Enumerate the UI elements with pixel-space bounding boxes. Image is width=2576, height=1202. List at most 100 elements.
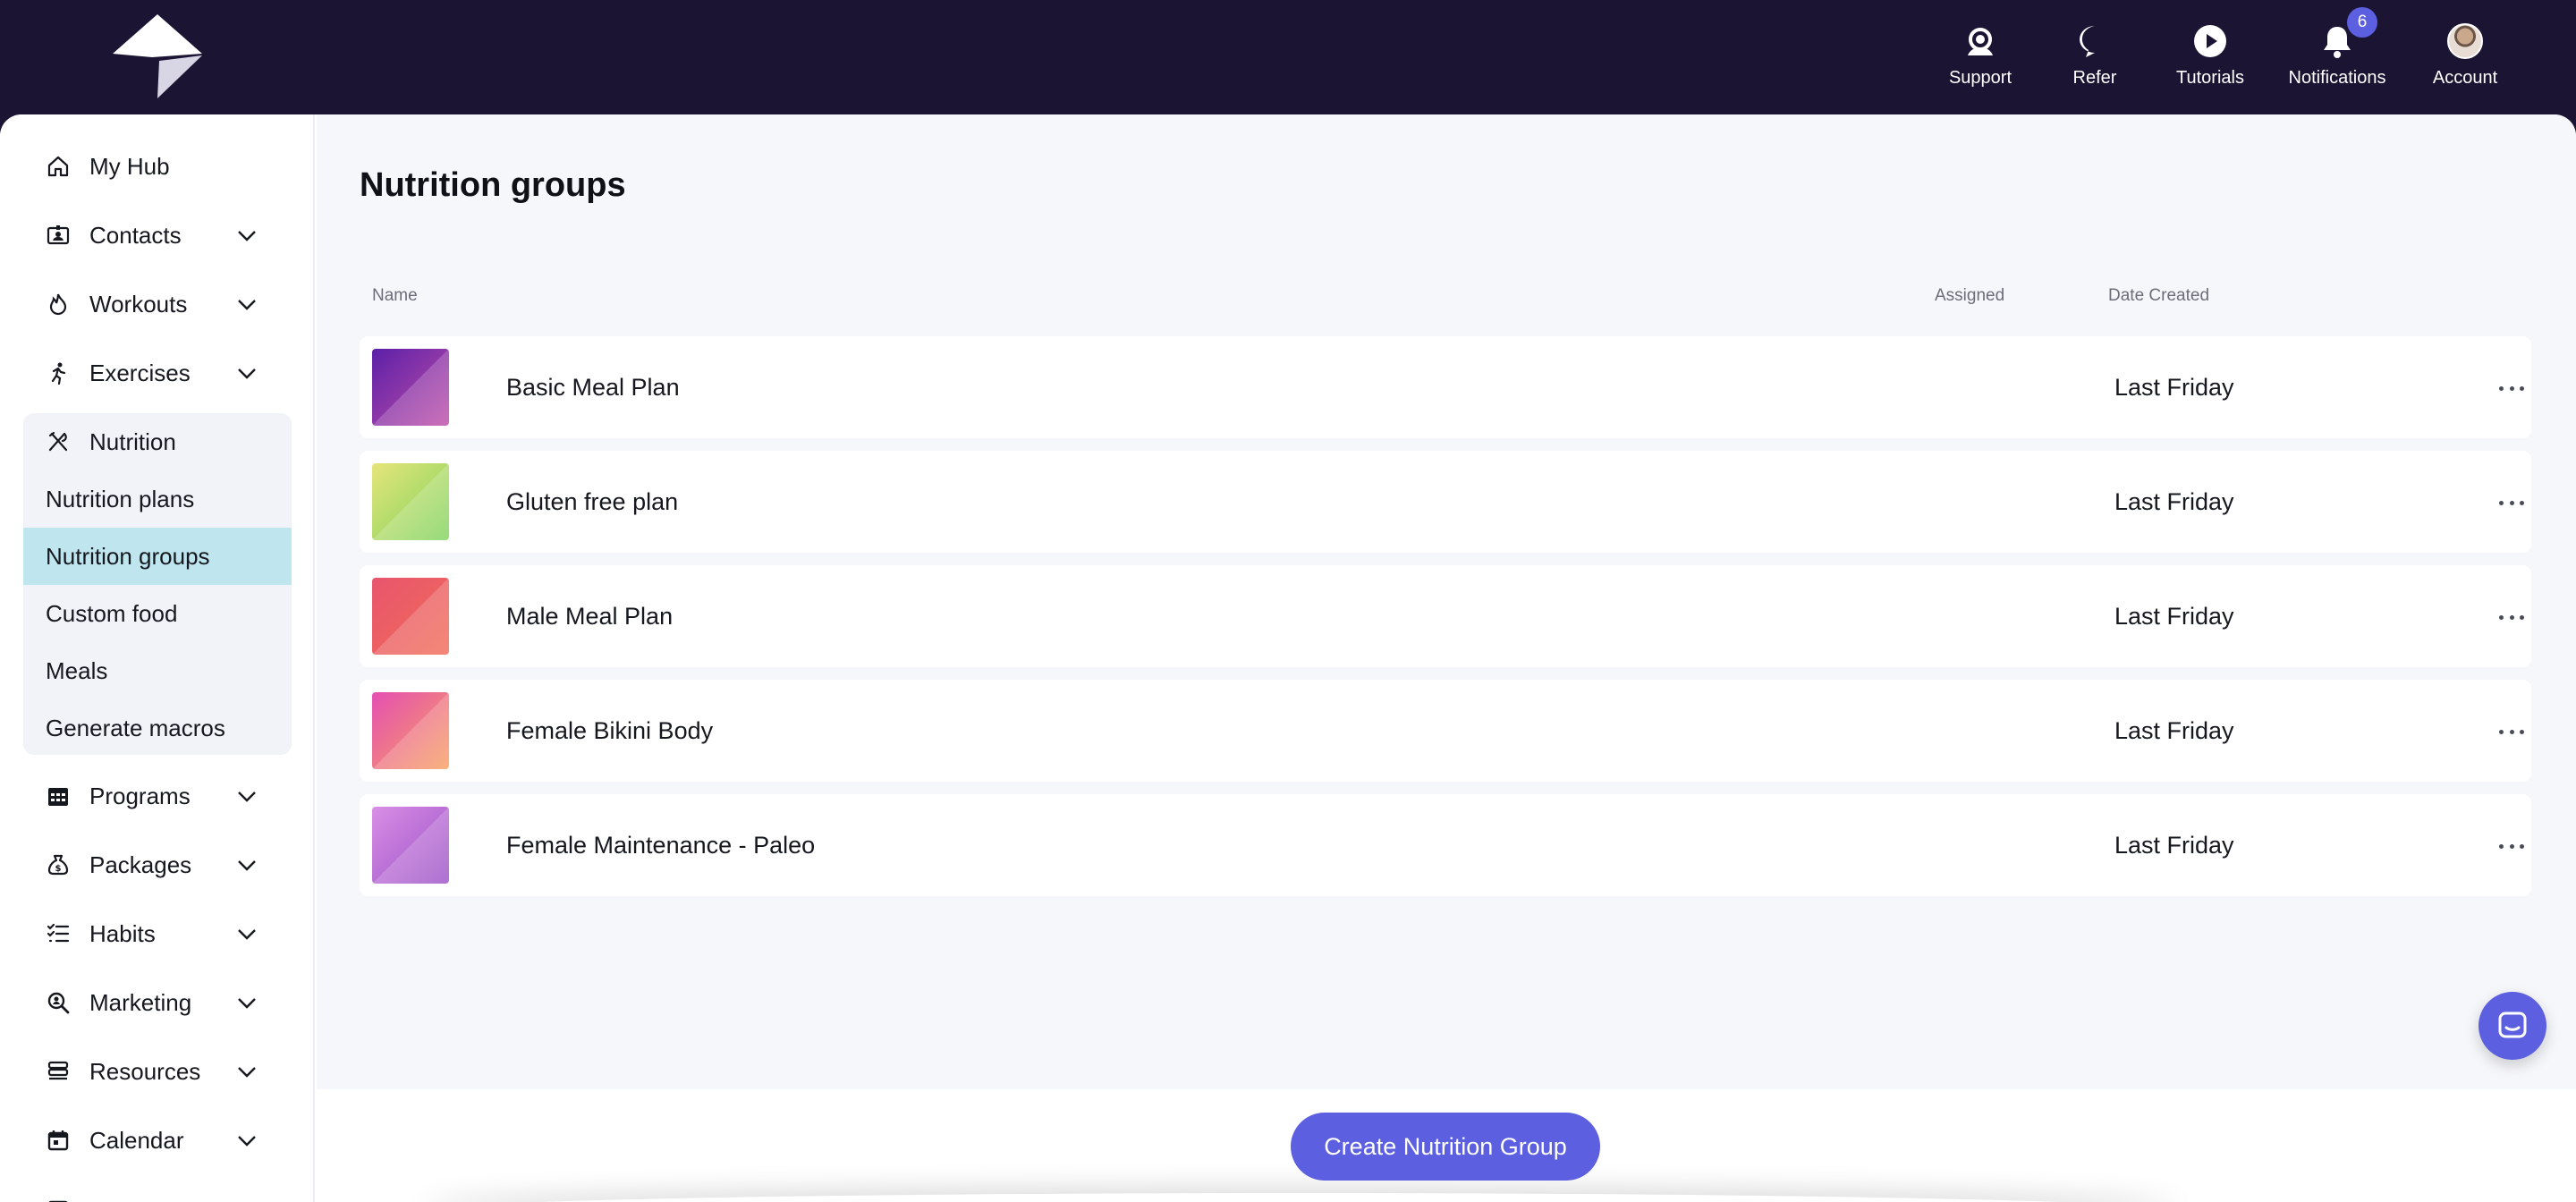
account-label: Account (2432, 68, 2498, 88)
svg-text:$: $ (55, 864, 62, 874)
sidebar-item-label: My Hub (89, 152, 170, 180)
chevron-down-icon[interactable] (236, 923, 258, 944)
chevron-down-icon[interactable] (236, 992, 258, 1013)
plan-thumbnail (372, 349, 449, 426)
sidebar-item-label: Programs (89, 782, 191, 809)
sidebar-sub-nutrition-plans[interactable]: Nutrition plans (23, 470, 292, 528)
column-header-name[interactable]: Name (372, 286, 418, 306)
row-date-created: Last Friday (2114, 717, 2234, 744)
support-link[interactable]: Support (1948, 21, 2012, 93)
row-date-created: Last Friday (2114, 832, 2234, 859)
more-dot (2499, 614, 2504, 620)
sidebar-item-label: Contacts (89, 221, 182, 249)
sidebar-item-label: Resources (89, 1057, 201, 1085)
column-header-assigned[interactable]: Assigned (1935, 286, 2004, 306)
thumbnail-fold (372, 807, 449, 884)
main-content: Nutrition groups Name Assigned Date Crea… (317, 114, 2576, 1089)
more-options-icon[interactable] (2499, 605, 2524, 630)
sidebar-sub-generate-macros[interactable]: Generate macros (23, 699, 292, 757)
sidebar-item-my-hub[interactable]: My Hub (23, 141, 292, 191)
plan-thumbnail (372, 807, 449, 884)
calendar-grid-icon (45, 783, 72, 809)
refer-link[interactable]: $ Refer (2073, 21, 2116, 93)
sidebar-item-workouts[interactable]: Workouts (23, 279, 292, 329)
row-name[interactable]: Basic Meal Plan (506, 374, 680, 402)
more-options-icon[interactable] (2499, 376, 2524, 401)
tutorials-link[interactable]: Tutorials (2176, 21, 2244, 93)
sidebar: My Hub Contacts Workouts Exercises Nutri… (0, 114, 315, 1202)
chevron-down-icon[interactable] (236, 785, 258, 807)
sidebar-sub-custom-food[interactable]: Custom food (23, 585, 292, 642)
sidebar-sub-meals[interactable]: Meals (23, 642, 292, 699)
more-options-icon[interactable] (2499, 490, 2524, 515)
sidebar-item-programs[interactable]: Programs (23, 771, 292, 821)
sidebar-item-label: Packages (89, 851, 192, 878)
row-name[interactable]: Female Bikini Body (506, 717, 713, 745)
row-date-created: Last Friday (2114, 603, 2234, 630)
notifications-link[interactable]: 6 Notifications (2288, 7, 2386, 93)
dollar-chat-icon: $ (2075, 21, 2114, 61)
sidebar-item-calendar[interactable]: Calendar (23, 1115, 292, 1165)
table-row[interactable]: Male Meal Plan Last Friday (360, 565, 2531, 667)
thumbnail-fold (372, 578, 449, 655)
more-dot (2509, 614, 2514, 620)
account-link[interactable]: Account (2431, 21, 2499, 93)
sidebar-item-label: Exercises (89, 359, 191, 386)
page-title: Nutrition groups (360, 166, 626, 204)
more-dot (2499, 385, 2504, 391)
top-nav: Support $ Refer Tutorials 6 Notification… (1948, 7, 2499, 93)
moneybag-icon: $ (45, 851, 72, 878)
table-row[interactable]: Female Maintenance - Paleo Last Friday (360, 794, 2531, 896)
more-dot (2499, 729, 2504, 734)
more-dot (2520, 843, 2524, 849)
support-label: Support (1948, 68, 2012, 88)
sidebar-item-nutrition[interactable]: Nutrition (23, 417, 292, 467)
table-row[interactable]: Basic Meal Plan Last Friday (360, 336, 2531, 438)
table-row[interactable]: Gluten free plan Last Friday (360, 451, 2531, 553)
sidebar-item-marketing[interactable]: Marketing (23, 978, 292, 1028)
contact-card-icon (45, 222, 72, 249)
chevron-down-icon[interactable] (236, 293, 258, 315)
sidebar-item-contacts[interactable]: Contacts (23, 210, 292, 260)
more-dot (2520, 385, 2524, 391)
utensils-icon (45, 428, 72, 455)
row-name[interactable]: Male Meal Plan (506, 603, 673, 631)
more-dot (2509, 729, 2514, 734)
chevron-down-icon[interactable] (236, 1061, 258, 1082)
plan-thumbnail (372, 578, 449, 655)
sidebar-item-habits[interactable]: Habits (23, 909, 292, 959)
refer-label: Refer (2072, 68, 2117, 88)
chevron-down-icon[interactable] (236, 362, 258, 384)
svg-text:$: $ (2089, 30, 2101, 51)
sidebar-item-packages[interactable]: $ Packages (23, 840, 292, 890)
thumbnail-fold (372, 692, 449, 769)
table-row[interactable]: Female Bikini Body Last Friday (360, 680, 2531, 782)
plan-thumbnail (372, 692, 449, 769)
tutorials-label: Tutorials (2176, 68, 2244, 88)
thumbnail-fold (372, 349, 449, 426)
sidebar-item-exercises[interactable]: Exercises (23, 348, 292, 398)
more-dot (2520, 500, 2524, 505)
row-date-created: Last Friday (2114, 374, 2234, 401)
brand-logo[interactable] (113, 14, 202, 100)
sidebar-item-partial[interactable] (23, 1184, 292, 1202)
chart-icon (45, 1196, 72, 1202)
column-header-date-created[interactable]: Date Created (2108, 286, 2209, 306)
sidebar-item-label: Habits (89, 919, 156, 947)
sidebar-sub-nutrition-groups[interactable]: Nutrition groups (23, 528, 292, 585)
more-options-icon[interactable] (2499, 719, 2524, 744)
footer-bar: Create Nutrition Group (317, 1089, 2576, 1202)
sidebar-item-label: Calendar (89, 1126, 184, 1154)
row-name[interactable]: Female Maintenance - Paleo (506, 832, 815, 859)
app-shell: My Hub Contacts Workouts Exercises Nutri… (0, 114, 2576, 1202)
checklist-icon (45, 920, 72, 947)
chevron-down-icon[interactable] (236, 854, 258, 876)
chevron-down-icon[interactable] (236, 224, 258, 246)
sidebar-item-resources[interactable]: Resources (23, 1046, 292, 1096)
chevron-down-icon[interactable] (236, 1130, 258, 1151)
more-options-icon[interactable] (2499, 834, 2524, 859)
create-nutrition-group-button[interactable]: Create Nutrition Group (1291, 1113, 1600, 1181)
flame-icon (45, 291, 72, 317)
row-name[interactable]: Gluten free plan (506, 488, 678, 516)
chat-launcher-button[interactable] (2479, 992, 2546, 1060)
